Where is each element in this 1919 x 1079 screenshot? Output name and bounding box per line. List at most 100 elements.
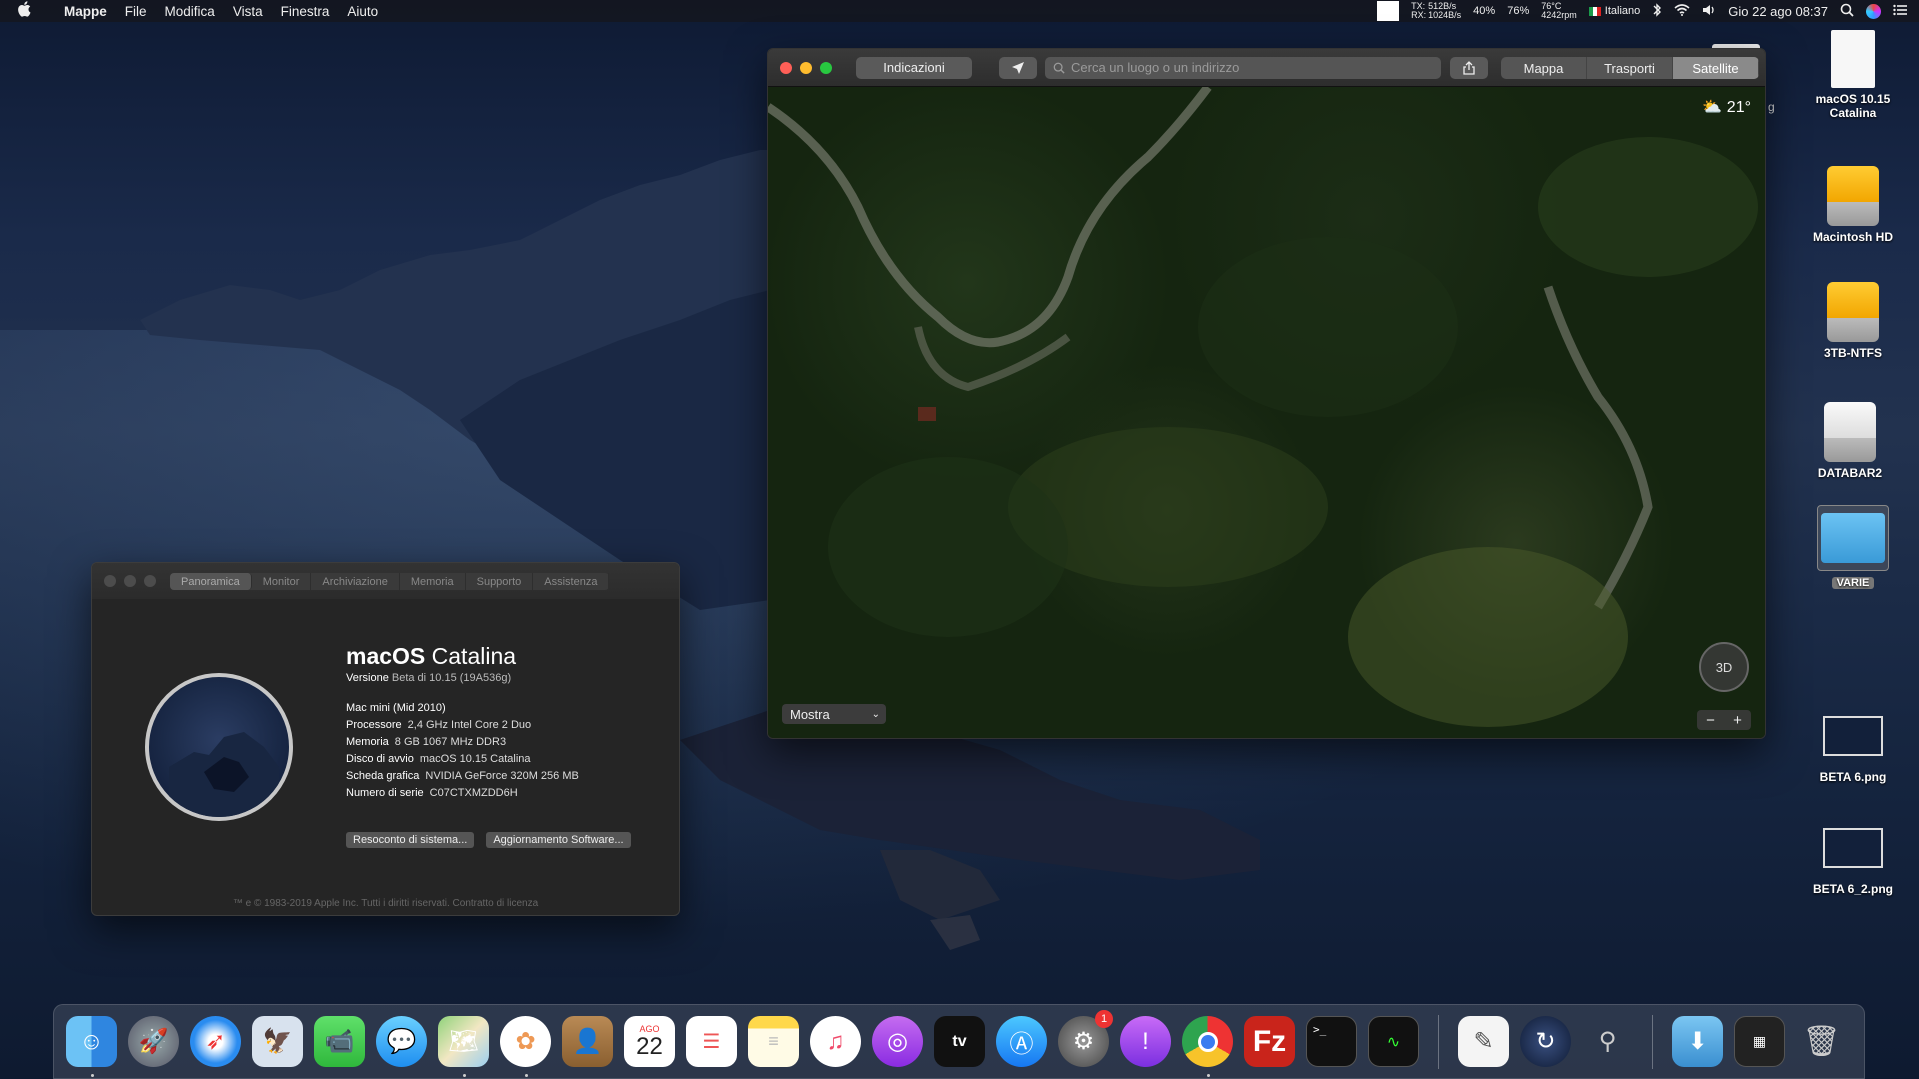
clock[interactable]: Gio 22 ago 08:37	[1728, 4, 1828, 19]
menu-bar: Mappe File Modifica Vista Finestra Aiuto…	[0, 0, 1919, 22]
mode-transit[interactable]: Trasporti	[1587, 57, 1673, 79]
dock-safari[interactable]: ➶	[190, 1016, 241, 1067]
about-buttons: Resoconto di sistema... Aggiornamento So…	[346, 832, 631, 848]
dock-photos[interactable]: ✿	[500, 1016, 551, 1077]
dock-calendar[interactable]: AGO 22	[624, 1016, 675, 1067]
minimize-button[interactable]	[124, 575, 136, 587]
input-source[interactable]: Italiano	[1588, 5, 1641, 17]
spec-key: Disco di avvio	[346, 753, 414, 765]
dock-maps[interactable]: 🗺	[438, 1016, 489, 1077]
directions-button[interactable]: Indicazioni	[856, 56, 972, 79]
dock-messages[interactable]: 💬	[376, 1016, 427, 1067]
menu-help[interactable]: Aiuto	[338, 4, 387, 19]
video-camera-icon: 📹	[324, 1028, 355, 1055]
dock-filezilla[interactable]: Fz	[1244, 1016, 1295, 1067]
dock-finder[interactable]: ☺	[66, 1016, 117, 1077]
italy-flag-icon	[1588, 6, 1601, 16]
dock: ☺ 🚀 ➶ 🦅 📹 💬 🗺 ✿ 👤 AGO 22 ☰ ≡ ♫ ◎ tv Ⓐ ⚙ …	[53, 1004, 1865, 1079]
zoom-button[interactable]	[144, 575, 156, 587]
spotlight-search-icon[interactable]	[1840, 3, 1854, 20]
dock-activity-monitor[interactable]: ∿	[1368, 1016, 1419, 1067]
tab-memory[interactable]: Memoria	[400, 573, 466, 590]
network-monitor[interactable]: TX: RX: 512B/s 1024B/s	[1411, 2, 1461, 20]
window-controls	[780, 61, 832, 74]
menu-file[interactable]: File	[116, 4, 156, 19]
dock-notes[interactable]: ≡	[748, 1016, 799, 1067]
dock-tv[interactable]: tv	[934, 1016, 985, 1067]
menu-view[interactable]: Vista	[224, 4, 272, 19]
dock-textedit[interactable]: ✎	[1458, 1016, 1509, 1067]
cpu-meter[interactable]: 40%	[1473, 5, 1495, 17]
dock-facetime[interactable]: 📹	[314, 1016, 365, 1067]
minimize-button[interactable]	[800, 61, 812, 74]
dock-mail[interactable]: 🦅	[252, 1016, 303, 1067]
dock-contacts[interactable]: 👤	[562, 1016, 613, 1067]
sensor-readout[interactable]: 76°C 4242rpm	[1541, 2, 1577, 20]
tab-support[interactable]: Supporto	[466, 573, 534, 590]
software-update-button[interactable]: Aggiornamento Software...	[486, 832, 631, 848]
input-source-label: Italiano	[1604, 5, 1641, 17]
rocket-icon: 🚀	[138, 1028, 169, 1055]
desktop-icon-beta6[interactable]: BETA 6.png	[1798, 716, 1908, 784]
search-input[interactable]: Cerca un luogo o un indirizzo	[1045, 56, 1441, 79]
dock-chrome[interactable]	[1182, 1016, 1233, 1077]
dock-feedback-assistant[interactable]: !	[1120, 1016, 1171, 1067]
battery-meter[interactable]: 76%	[1507, 5, 1529, 17]
desktop-icon-3tb-ntfs[interactable]: 3TB-NTFS	[1798, 282, 1908, 360]
close-button[interactable]	[104, 575, 116, 587]
close-button[interactable]	[780, 61, 792, 74]
dock-trash[interactable]: 🗑	[1796, 1016, 1847, 1067]
weather-temp: 21°	[1726, 99, 1751, 116]
tab-service[interactable]: Assistenza	[533, 573, 610, 590]
download-icon: ⬇	[1687, 1028, 1708, 1055]
selection-frame	[1817, 505, 1889, 571]
dock-separator	[1652, 1014, 1653, 1069]
desktop-icon-macintosh-hd[interactable]: Macintosh HD	[1798, 166, 1908, 244]
dock-music[interactable]: ♫	[810, 1016, 861, 1067]
mode-map[interactable]: Mappa	[1501, 57, 1587, 79]
desktop-icon-databar2[interactable]: DATABAR2	[1795, 402, 1905, 480]
dock-stack[interactable]: ▦	[1734, 1016, 1785, 1067]
apple-menu-icon[interactable]	[17, 1, 39, 21]
satellite-map-view[interactable]: ⛅ 21° Mostra ⌄ 3D − +	[768, 87, 1765, 738]
dock-reminders[interactable]: ☰	[686, 1016, 737, 1067]
about-tabs: Panoramica Monitor Archiviazione Memoria…	[170, 573, 610, 590]
dock-terminal[interactable]: >_	[1306, 1016, 1357, 1067]
dock-podcasts[interactable]: ◎	[872, 1016, 923, 1067]
share-button[interactable]	[1450, 56, 1488, 79]
show-dropdown[interactable]: Mostra ⌄	[782, 704, 886, 724]
menu-edit[interactable]: Modifica	[156, 4, 224, 19]
volume-icon[interactable]	[1702, 4, 1716, 19]
zoom-button[interactable]	[820, 61, 832, 74]
desktop-icon-beta6-2[interactable]: BETA 6_2.png	[1798, 828, 1908, 896]
dock-downloads[interactable]: ⬇	[1672, 1016, 1723, 1067]
menu-extra-box[interactable]	[1377, 1, 1400, 21]
system-info: macOS Catalina Versione Beta di 10.15 (1…	[346, 643, 579, 799]
dock-catalina-installer[interactable]: ↻	[1520, 1016, 1571, 1067]
system-report-button[interactable]: Resoconto di sistema...	[346, 832, 475, 848]
drive-icon	[1827, 282, 1879, 342]
notification-center-icon[interactable]	[1893, 4, 1907, 19]
desktop-icon-installer[interactable]: macOS 10.15 Catalina	[1798, 30, 1908, 120]
dock-system-preferences[interactable]: ⚙ 1	[1058, 1010, 1113, 1067]
wifi-icon[interactable]	[1674, 3, 1690, 19]
dock-utility[interactable]: ⚲	[1582, 1016, 1633, 1067]
zoom-in-button[interactable]: +	[1724, 710, 1751, 730]
zoom-out-button[interactable]: −	[1697, 710, 1724, 730]
compass-3d-button[interactable]: 3D	[1699, 642, 1749, 692]
siri-icon[interactable]	[1866, 3, 1881, 19]
current-location-button[interactable]	[999, 56, 1037, 79]
dock-launchpad[interactable]: 🚀	[128, 1016, 179, 1067]
tab-displays[interactable]: Monitor	[252, 573, 312, 590]
mode-satellite[interactable]: Satellite	[1673, 57, 1759, 79]
contacts-book-icon: 👤	[572, 1028, 603, 1055]
desktop-icon-varie[interactable]: VARIE	[1798, 505, 1908, 589]
legal-notice: ™ e © 1983-2019 Apple Inc. Tutti i dirit…	[232, 898, 539, 909]
dock-app-store[interactable]: Ⓐ	[996, 1016, 1047, 1067]
menu-window[interactable]: Finestra	[272, 4, 339, 19]
tab-overview[interactable]: Panoramica	[170, 573, 252, 590]
menu-app-name[interactable]: Mappe	[55, 4, 116, 19]
bluetooth-icon[interactable]	[1652, 2, 1662, 20]
tab-storage[interactable]: Archiviazione	[311, 573, 400, 590]
spec-startup-disk: Disco di avvio macOS 10.15 Catalina	[346, 753, 579, 765]
